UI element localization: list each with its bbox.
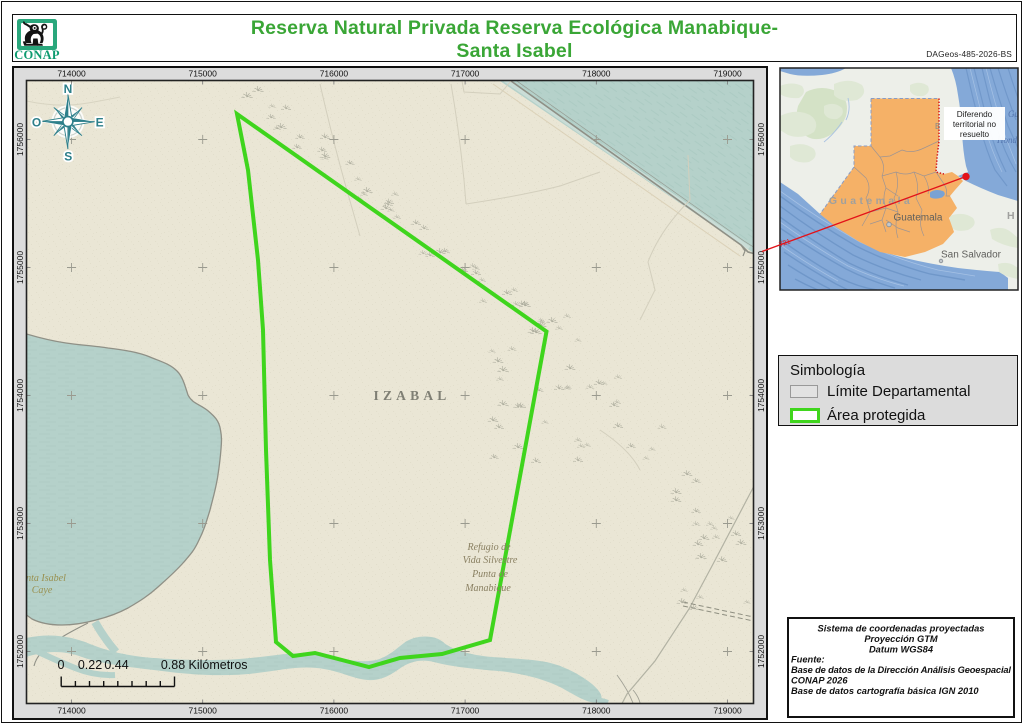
- svg-text:Guatemala: Guatemala: [894, 213, 943, 224]
- svg-text:Ho: Ho: [1007, 210, 1024, 222]
- svg-text:Guatemala: Guatemala: [829, 195, 913, 207]
- svg-text:resuelto: resuelto: [960, 130, 990, 139]
- svg-text:B: B: [935, 122, 940, 131]
- svg-text:San Salvador: San Salvador: [941, 250, 1002, 261]
- svg-text:territorial no: territorial no: [953, 120, 997, 129]
- svg-text:Diferendo: Diferendo: [957, 110, 993, 119]
